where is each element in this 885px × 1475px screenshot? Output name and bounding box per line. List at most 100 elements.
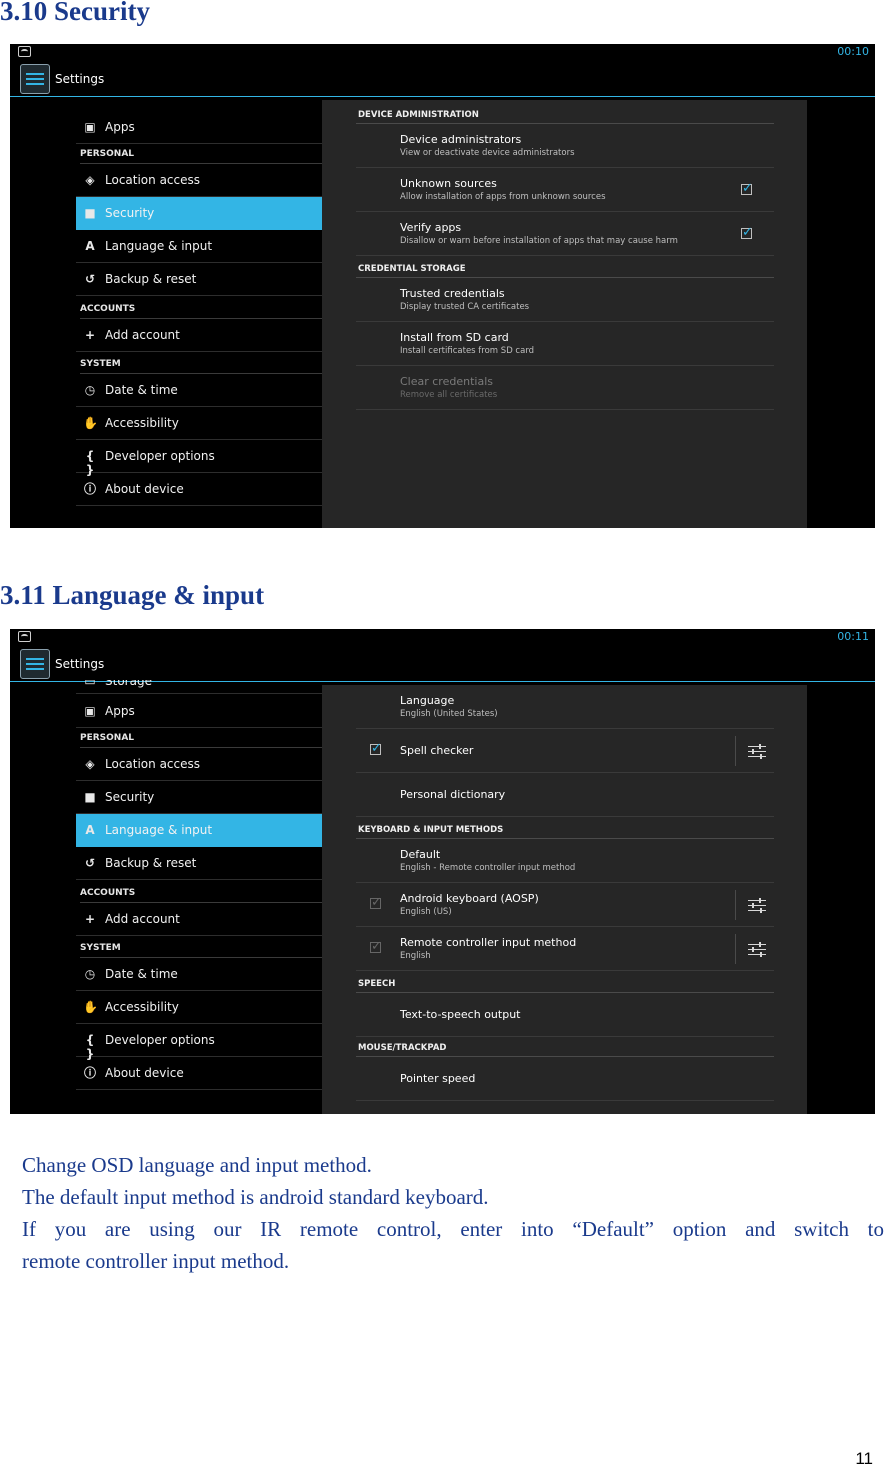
sidebar-item-language-input[interactable]: A Language & input (76, 814, 322, 847)
pref-item-unknown-sources[interactable]: Unknown sources Allow installation of app… (356, 168, 774, 212)
sidebar-item-location-access[interactable]: ◈ Location access (76, 748, 322, 781)
sidebar-item-apps[interactable]: ▣ Apps (76, 695, 322, 728)
checkbox[interactable]: ✓ (741, 182, 753, 195)
slider-knob (759, 744, 761, 749)
sidebar-item-about-device[interactable]: ⓘ About device (76, 473, 322, 506)
pref-item-pointer-speed[interactable]: Pointer speed (356, 1057, 774, 1101)
braces-icon: { } (85, 449, 95, 477)
sidebar-item-backup-reset[interactable]: ↺ Backup & reset (76, 263, 322, 296)
pref-title: Unknown sources (400, 177, 497, 190)
sidebar-item-label: Language & input (105, 239, 213, 253)
notification-icon (18, 631, 31, 642)
paragraph-line-2: The default input method is android stan… (22, 1185, 489, 1209)
settings-detail-pane: Language English (United States) Spell che… (322, 685, 807, 1114)
sidebar-item-add-account[interactable]: + Add account (76, 903, 322, 936)
category-header: PERSONAL (80, 728, 322, 748)
apps-icon: ▣ (84, 120, 96, 134)
pref-item-text-to-speech-output[interactable]: Text-to-speech output (356, 993, 774, 1037)
sidebar-item-label: Developer options (105, 449, 215, 463)
sidebar-item-security[interactable]: ■ Security (76, 781, 322, 814)
pref-summary: English (400, 951, 431, 961)
settings-sliders-icon[interactable] (748, 743, 766, 759)
pref-item-device-administrators[interactable]: Device administrators View or deactivate … (356, 124, 774, 168)
paragraph-line-4: remote controller input method. (22, 1249, 290, 1273)
location-icon: ◈ (85, 173, 95, 187)
pref-summary: English (United States) (400, 709, 498, 719)
slider-line (748, 944, 766, 945)
settings-icon-bar (26, 658, 44, 660)
slider-line (748, 746, 766, 747)
settings-app-icon[interactable] (20, 64, 50, 94)
slider-knob (760, 952, 762, 957)
settings-app-icon[interactable] (20, 649, 50, 679)
category-header: ACCOUNTS (80, 299, 322, 319)
pref-item-language[interactable]: Language English (United States) (356, 685, 774, 729)
status-clock: 00:11 (837, 630, 869, 643)
braces-icon: { } (85, 1033, 95, 1061)
category-header-label: SYSTEM (80, 359, 121, 369)
slider-line (748, 954, 766, 955)
settings-icon-bar (26, 663, 44, 665)
sidebar-item-label: Add account (105, 912, 180, 926)
sidebar-item-date-time[interactable]: ◷ Date & time (76, 958, 322, 991)
settings-detail-pane: DEVICE ADMINISTRATION Device administrato… (322, 100, 807, 528)
item-divider (735, 934, 736, 964)
pref-item-spell-checker[interactable]: Spell checker ✓ (356, 729, 774, 773)
sidebar-item-date-time[interactable]: ◷ Date & time (76, 374, 322, 407)
pref-summary: View or deactivate device administrators (400, 148, 575, 158)
sidebar-item-label: Apps (105, 120, 135, 134)
sidebar-item-label: Accessibility (105, 1000, 179, 1014)
security-screenshot: 00:10 Settings ▣ Apps PERSONAL ◈ Location acce… (10, 44, 875, 528)
sidebar-item-security[interactable]: ■ Security (76, 197, 322, 230)
checkbox[interactable]: ✓ (370, 896, 382, 909)
settings-sliders-icon[interactable] (748, 897, 766, 913)
clock-icon: ◷ (84, 967, 96, 981)
sidebar-item-storage[interactable]: ▭ Storage (76, 680, 322, 694)
pref-item-android-keyboard-aosp[interactable]: Android keyboard (AOSP) English (US) ✓ (356, 883, 774, 927)
pref-summary: Install certificates from SD card (400, 346, 535, 356)
sidebar-item-label: Security (105, 790, 155, 804)
pref-item-remote-controller-input-method[interactable]: Remote controller input method English ✓ (356, 927, 774, 971)
slider-knob (760, 754, 762, 759)
sidebar-item-add-account[interactable]: + Add account (76, 319, 322, 352)
pref-title: Android keyboard (AOSP) (400, 892, 539, 905)
checkbox[interactable]: ✓ (741, 226, 753, 239)
pref-item-install-from-sd-card[interactable]: Install from SD card Install certificates… (356, 322, 774, 366)
sidebar-item-language-input[interactable]: A Language & input (76, 230, 322, 263)
sidebar-item-developer-options[interactable]: { } Developer options (76, 440, 322, 477)
pref-title: Pointer speed (400, 1072, 476, 1085)
sidebar-item-backup-reset[interactable]: ↺ Backup & reset (76, 847, 322, 880)
checkbox[interactable]: ✓ (370, 742, 382, 755)
pref-item-trusted-credentials[interactable]: Trusted credentials Display trusted CA ce… (356, 278, 774, 322)
pref-item-default[interactable]: Default English - Remote controller input… (356, 839, 774, 883)
pref-item-personal-dictionary[interactable]: Personal dictionary (356, 773, 774, 817)
sidebar-item-location-access[interactable]: ◈ Location access (76, 164, 322, 197)
sidebar-item-developer-options[interactable]: { } Developer options (76, 1024, 322, 1061)
pref-section-header: CREDENTIAL STORAGE (356, 258, 774, 278)
status-bar: 00:11 (10, 629, 875, 645)
clock-icon: ◷ (84, 383, 96, 397)
pref-summary: English - Remote controller input method (400, 863, 576, 873)
pref-summary: Allow installation of apps from unknown … (400, 192, 606, 202)
settings-icon-bar (26, 78, 44, 80)
section-heading-security: 3.10 Security (0, 0, 150, 26)
slider-line (748, 751, 766, 752)
pref-item-clear-credentials: Clear credentials Remove all certificates (356, 366, 774, 410)
sidebar-item-label: Backup & reset (105, 856, 197, 870)
category-header: PERSONAL (80, 144, 322, 164)
pref-item-verify-apps[interactable]: Verify apps Disallow or warn before insta… (356, 212, 774, 256)
slider-knob (760, 908, 762, 913)
checkbox[interactable]: ✓ (370, 940, 382, 953)
slider-line (748, 900, 766, 901)
sidebar-item-accessibility[interactable]: ✋ Accessibility (76, 407, 322, 440)
pref-summary: Display trusted CA certificates (400, 302, 530, 312)
pref-section-header-label: CREDENTIAL STORAGE (358, 264, 466, 274)
action-bar-divider (10, 96, 875, 97)
sidebar-item-apps[interactable]: ▣ Apps (76, 111, 322, 144)
category-header-label: SYSTEM (80, 943, 121, 953)
sidebar-item-accessibility[interactable]: ✋ Accessibility (76, 991, 322, 1024)
info-icon: ⓘ (83, 482, 96, 496)
settings-sliders-icon[interactable] (748, 941, 766, 957)
language-input-screenshot: 00:11 Settings ▭ Storage ▣ Apps PERSONAL ◈ Locat… (10, 629, 875, 1114)
sidebar-item-about-device[interactable]: ⓘ About device (76, 1057, 322, 1090)
